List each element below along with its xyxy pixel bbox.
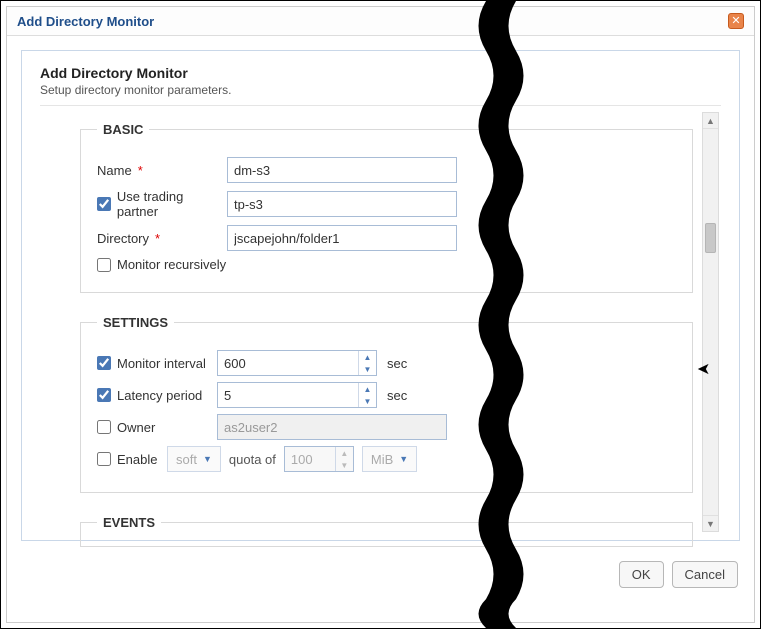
enable-quota-checkbox[interactable] xyxy=(97,452,111,466)
spinner-up-icon[interactable]: ▲ xyxy=(336,447,353,459)
monitor-interval-checkbox[interactable] xyxy=(97,356,111,370)
use-trading-partner-checkbox[interactable] xyxy=(97,197,111,211)
monitor-interval-input[interactable] xyxy=(217,350,377,376)
directory-label: Directory xyxy=(97,231,149,246)
spinner-up-icon[interactable]: ▲ xyxy=(359,351,376,363)
settings-group: SETTINGS Monitor interval ▲ ▼ xyxy=(80,315,693,493)
latency-period-spinner[interactable]: ▲ ▼ xyxy=(217,382,377,408)
spinner-down-icon[interactable]: ▼ xyxy=(359,363,376,375)
scroll-down-icon[interactable]: ▼ xyxy=(703,515,718,531)
quota-type-select[interactable]: soft ▼ xyxy=(167,446,221,472)
panel: Add Directory Monitor Setup directory mo… xyxy=(21,50,740,541)
cancel-button[interactable]: Cancel xyxy=(672,561,738,588)
panel-title: Add Directory Monitor xyxy=(40,65,721,81)
scroll-area: BASIC Name * Use trading partner xyxy=(40,112,721,532)
close-icon: ✕ xyxy=(731,16,740,27)
owner-checkbox[interactable] xyxy=(97,420,111,434)
spinner-down-icon[interactable]: ▼ xyxy=(336,459,353,471)
scroll-up-icon[interactable]: ▲ xyxy=(703,113,718,129)
quota-value-spinner[interactable]: ▲ ▼ xyxy=(284,446,354,472)
panel-subtitle: Setup directory monitor parameters. xyxy=(40,83,721,106)
quota-mid-label: quota of xyxy=(229,452,276,467)
quota-unit-value: MiB xyxy=(371,452,393,467)
latency-period-input[interactable] xyxy=(217,382,377,408)
latency-period-label: Latency period xyxy=(117,388,202,403)
basic-group: BASIC Name * Use trading partner xyxy=(80,122,693,293)
monitor-interval-spinner[interactable]: ▲ ▼ xyxy=(217,350,377,376)
ok-button[interactable]: OK xyxy=(619,561,664,588)
use-trading-partner-label: Use trading partner xyxy=(117,189,227,219)
latency-period-unit: sec xyxy=(387,388,407,403)
name-label: Name xyxy=(97,163,132,178)
spinner-up-icon[interactable]: ▲ xyxy=(359,383,376,395)
dialog-title: Add Directory Monitor xyxy=(17,14,154,29)
name-input[interactable] xyxy=(227,157,457,183)
required-marker: * xyxy=(155,231,160,246)
monitor-recursively-checkbox[interactable] xyxy=(97,258,111,272)
owner-label: Owner xyxy=(117,420,155,435)
trading-partner-input[interactable] xyxy=(227,191,457,217)
required-marker: * xyxy=(138,163,143,178)
events-legend: EVENTS xyxy=(97,515,161,530)
monitor-recursively-label: Monitor recursively xyxy=(117,257,226,272)
dialog-footer: OK Cancel xyxy=(7,551,754,600)
dialog: Add Directory Monitor ✕ Add Directory Mo… xyxy=(6,6,755,623)
quota-unit-select[interactable]: MiB ▼ xyxy=(362,446,417,472)
owner-input xyxy=(217,414,447,440)
monitor-interval-label: Monitor interval xyxy=(117,356,206,371)
directory-input[interactable] xyxy=(227,225,457,251)
quota-type-value: soft xyxy=(176,452,197,467)
vertical-scrollbar[interactable]: ▲ ▼ xyxy=(702,112,719,532)
latency-period-checkbox[interactable] xyxy=(97,388,111,402)
titlebar: Add Directory Monitor ✕ xyxy=(7,7,754,36)
chevron-down-icon: ▼ xyxy=(399,454,408,464)
events-group: EVENTS xyxy=(80,515,693,547)
scroll-thumb[interactable] xyxy=(705,223,716,253)
spinner-down-icon[interactable]: ▼ xyxy=(359,395,376,407)
close-button[interactable]: ✕ xyxy=(728,13,744,29)
enable-quota-label: Enable xyxy=(117,452,157,467)
settings-legend: SETTINGS xyxy=(97,315,174,330)
chevron-down-icon: ▼ xyxy=(203,454,212,464)
monitor-interval-unit: sec xyxy=(387,356,407,371)
basic-legend: BASIC xyxy=(97,122,149,137)
